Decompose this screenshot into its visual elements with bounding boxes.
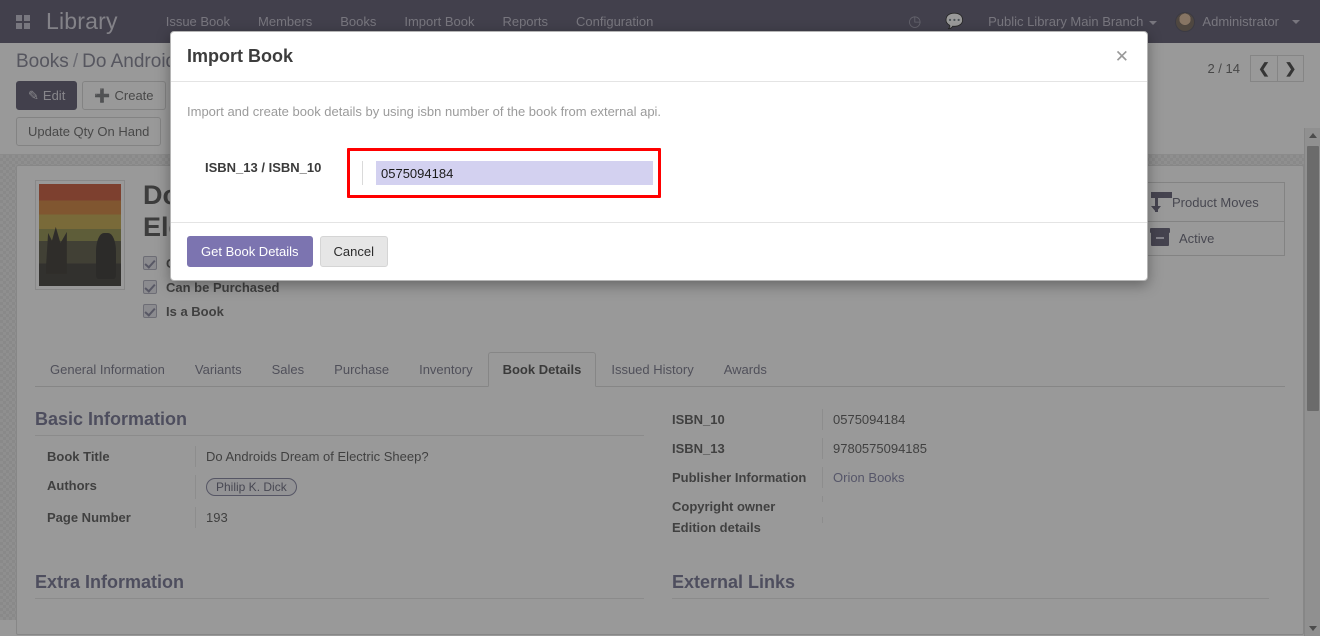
- isbn-field-row: ISBN_13 / ISBN_10: [187, 148, 1131, 198]
- dialog-title: Import Book: [187, 46, 293, 66]
- dialog-footer: Get Book Details Cancel: [171, 222, 1147, 280]
- isbn-field-wrapper: [362, 161, 653, 185]
- import-book-dialog: Import Book ✕ Import and create book det…: [170, 31, 1148, 281]
- isbn-field-highlight: [347, 148, 661, 198]
- isbn-input[interactable]: [376, 161, 653, 185]
- close-icon[interactable]: ✕: [1113, 48, 1131, 65]
- dialog-description: Import and create book details by using …: [187, 104, 662, 119]
- get-book-details-button[interactable]: Get Book Details: [187, 236, 313, 267]
- cancel-button[interactable]: Cancel: [319, 236, 389, 267]
- dialog-header: Import Book ✕: [171, 32, 1147, 82]
- dialog-body: Import and create book details by using …: [171, 82, 1147, 222]
- isbn-field-label: ISBN_13 / ISBN_10: [205, 160, 322, 175]
